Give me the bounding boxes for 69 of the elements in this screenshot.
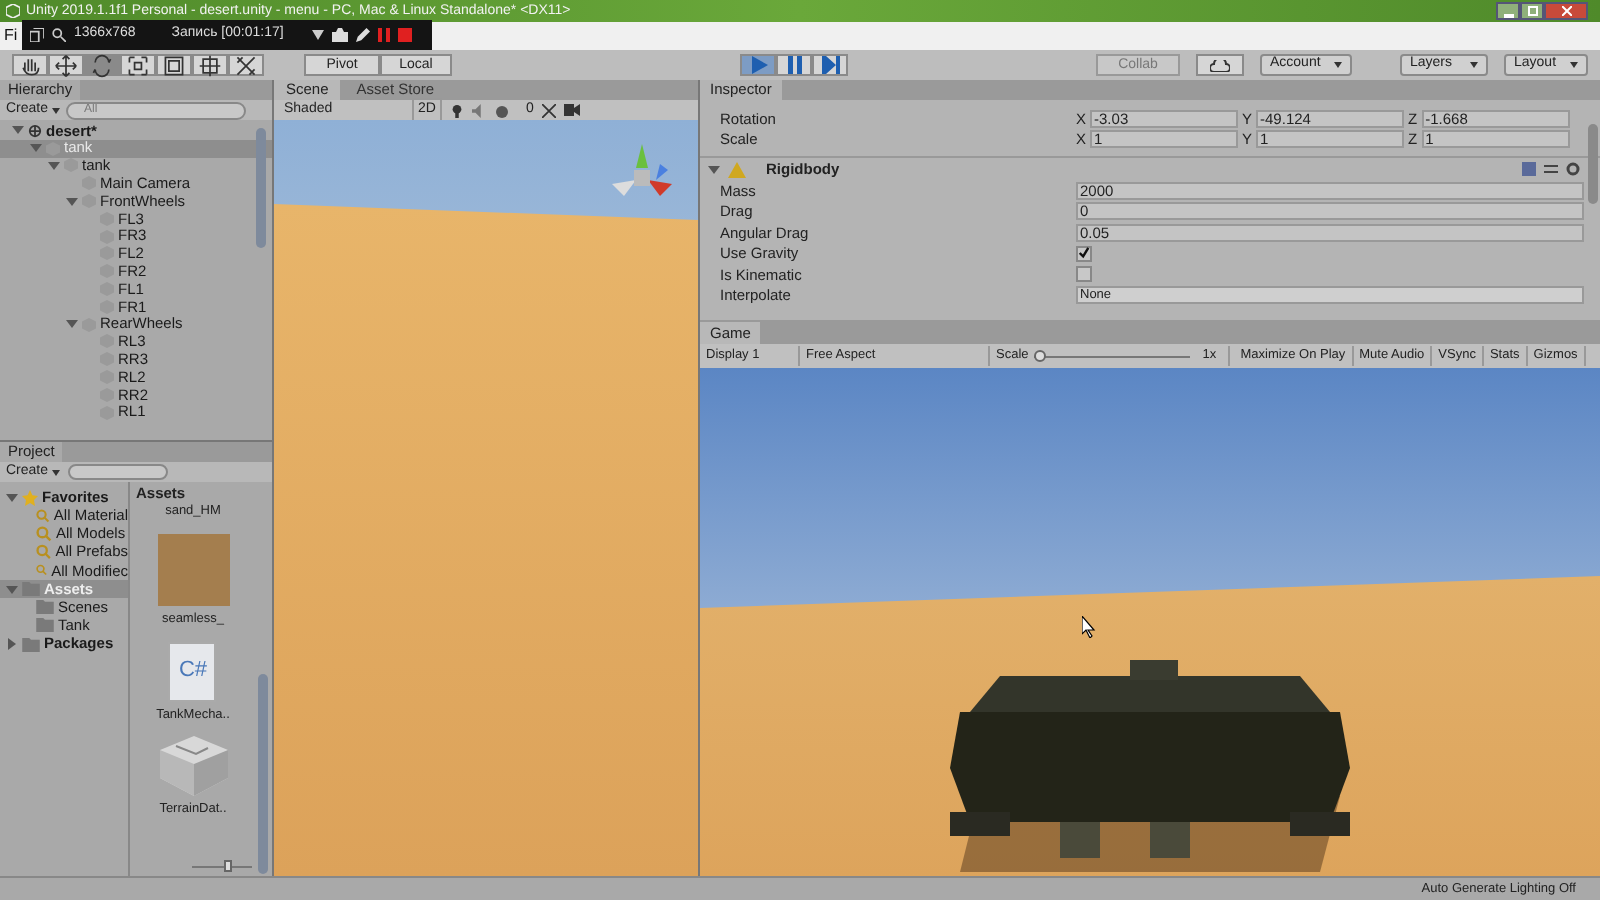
- scrollbar[interactable]: [256, 128, 266, 248]
- caret-icon: [1470, 62, 1478, 68]
- copy-icon: [30, 28, 44, 42]
- minimize-button[interactable]: [1496, 2, 1520, 20]
- stop-icon[interactable]: [397, 28, 412, 42]
- tool-button[interactable]: [228, 54, 264, 76]
- scale-slider[interactable]: [1034, 350, 1191, 362]
- step-icon: [821, 56, 839, 74]
- maximize-icon: [1527, 6, 1537, 16]
- tools-icon[interactable]: [541, 103, 556, 117]
- pencil-icon[interactable]: [355, 28, 370, 42]
- rect-icon: [162, 53, 186, 77]
- tool-button[interactable]: [84, 54, 120, 76]
- playback-button[interactable]: [812, 54, 848, 76]
- caret-icon: [52, 469, 61, 475]
- expanded-arrow-icon[interactable]: [66, 318, 78, 331]
- crossed-tools-icon: [234, 53, 258, 77]
- expanded-arrow-icon[interactable]: [708, 163, 720, 175]
- camera-icon[interactable]: [563, 104, 580, 116]
- scale-icon: [126, 53, 150, 77]
- tool-button[interactable]: [192, 54, 228, 76]
- script-file-icon: C#: [168, 641, 217, 701]
- scrollbar[interactable]: [1588, 124, 1598, 204]
- tool-button[interactable]: [48, 54, 84, 76]
- menu-item[interactable]: Fi: [4, 24, 18, 48]
- mouse-cursor-icon: [1082, 616, 1096, 638]
- scene-icon: [28, 123, 42, 138]
- move-arrows-icon: [54, 53, 78, 77]
- expanded-arrow-icon[interactable]: [6, 583, 18, 596]
- camera-icon[interactable]: [331, 28, 348, 42]
- sliders-icon[interactable]: [1544, 162, 1558, 176]
- zoom-slider[interactable]: [192, 860, 252, 872]
- tool-button[interactable]: [12, 54, 48, 76]
- checkbox[interactable]: [1076, 266, 1092, 283]
- tool-button[interactable]: [120, 54, 156, 76]
- play-icon: [749, 56, 767, 74]
- texture-thumbnail: [157, 533, 229, 606]
- rigidbody-icon: [728, 161, 746, 177]
- pause-icon: [785, 56, 803, 74]
- playback-button[interactable]: [776, 54, 812, 76]
- search-icon: [52, 28, 66, 42]
- expanded-arrow-icon[interactable]: [6, 491, 18, 504]
- terrain-cube-icon: [159, 736, 227, 797]
- caret-icon: [1570, 62, 1578, 68]
- maximize-button[interactable]: [1520, 2, 1544, 20]
- cloud-icon: [1210, 59, 1230, 71]
- cloud-button[interactable]: [1196, 54, 1244, 76]
- playback-button[interactable]: [740, 54, 776, 76]
- scrollbar[interactable]: [258, 674, 268, 874]
- transform-icon: [198, 53, 222, 77]
- search-field[interactable]: [68, 464, 169, 480]
- gear-icon[interactable]: [1566, 162, 1580, 176]
- rotate-icon: [90, 53, 114, 77]
- star-icon: [22, 489, 38, 506]
- close-button[interactable]: [1544, 2, 1588, 20]
- minimize-icon: [1503, 14, 1513, 18]
- close-icon: [1561, 6, 1571, 16]
- checkbox[interactable]: [1076, 245, 1092, 262]
- pause-icon[interactable]: [377, 28, 390, 42]
- effects-icon[interactable]: [493, 103, 512, 117]
- caret-icon: [1334, 62, 1342, 68]
- expanded-arrow-icon[interactable]: [66, 195, 78, 208]
- light-icon[interactable]: [449, 103, 464, 117]
- collapsed-arrow-icon[interactable]: [6, 638, 18, 651]
- unity-logo-icon: [6, 4, 20, 18]
- hand-icon: [18, 53, 42, 77]
- caret-icon[interactable]: [311, 30, 324, 40]
- tool-button[interactable]: [156, 54, 192, 76]
- caret-icon: [52, 107, 61, 113]
